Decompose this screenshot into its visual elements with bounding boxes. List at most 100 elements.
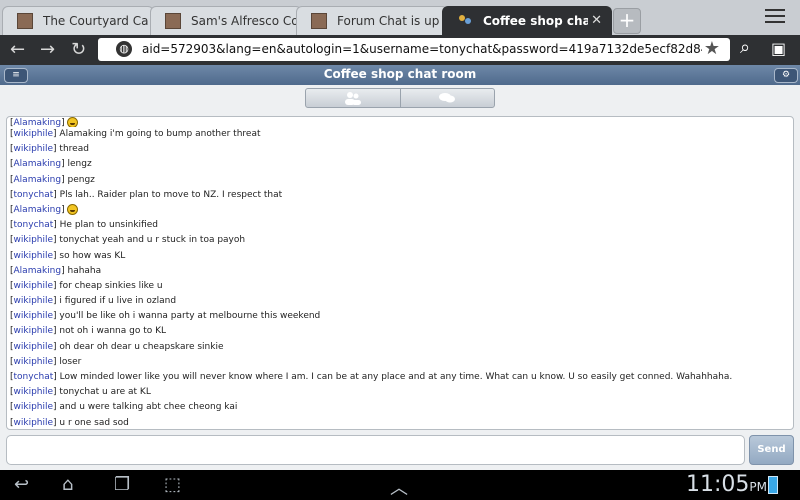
message-username[interactable]: Alamaking <box>14 175 62 185</box>
bookmarks-icon[interactable]: ▣ <box>771 39 786 58</box>
home-icon[interactable]: ⌂ <box>62 474 73 495</box>
message-text: hahaha <box>67 265 102 276</box>
chat-message: [Alamaking] <box>10 203 790 218</box>
message-list: [Alamaking] [wikiphile] Alamaking i'm go… <box>10 117 790 429</box>
chat-message: [wikiphile] you'll be like oh i wanna pa… <box>10 309 790 324</box>
settings-button[interactable]: ⚙ <box>774 68 798 83</box>
chat-message: [wikiphile] so how was KL <box>10 249 790 264</box>
users-view-button[interactable] <box>344 91 362 108</box>
laughing-emoji-icon <box>67 117 79 127</box>
message-username[interactable]: Alamaking <box>14 159 62 169</box>
message-text: Pls lah.. Raider plan to move to NZ. I r… <box>59 189 283 200</box>
message-username[interactable]: wikiphile <box>14 251 54 261</box>
bookmark-star-icon[interactable]: ★ <box>704 38 720 59</box>
message-username[interactable]: wikiphile <box>14 357 54 367</box>
chat-log[interactable]: [Alamaking] [wikiphile] Alamaking i'm go… <box>6 116 794 430</box>
message-username[interactable]: wikiphile <box>14 387 54 397</box>
menu-icon[interactable] <box>765 9 785 25</box>
message-text: tonychat u are at KL <box>59 387 151 398</box>
reload-icon[interactable]: ↻ <box>71 39 86 60</box>
sidebar-toggle-button[interactable]: ≡ <box>4 68 28 83</box>
message-text: not oh i wanna go to KL <box>59 326 167 337</box>
chat-message: [tonychat] Low minded lower like you wil… <box>10 370 790 385</box>
tab-favicon-icon <box>165 13 181 29</box>
chat-message: [wikiphile] u r one sad sod <box>10 416 790 429</box>
browser-toolbar: ← → ↻ ◍ aid=572903&lang=en&autologin=1&u… <box>0 35 800 65</box>
page-title: Coffee shop chat room <box>323 67 477 81</box>
chat-message: [wikiphile] i figured if u live in ozlan… <box>10 294 790 309</box>
search-icon[interactable]: ⌕ <box>740 37 750 58</box>
message-username[interactable]: tonychat <box>14 372 54 382</box>
message-text: oh dear oh dear u cheapskare sinkie <box>59 341 224 352</box>
clock-time: 11:05 <box>686 472 750 497</box>
message-username[interactable]: tonychat <box>14 220 54 230</box>
tab-sams-alfresco[interactable]: Sam's Alfresco Cof... <box>150 6 302 35</box>
recent-apps-icon[interactable]: ❐ <box>114 474 130 495</box>
screenshot-icon[interactable]: ⬚ <box>164 474 181 495</box>
tab-coffee-shop-chat[interactable]: Coffee shop chat r... ✕ <box>442 6 612 35</box>
message-input[interactable] <box>6 435 745 465</box>
gear-icon: ⚙ <box>781 70 791 80</box>
message-text: thread <box>59 144 89 155</box>
chat-message: [Alamaking] <box>10 117 790 127</box>
view-switcher <box>305 88 495 108</box>
tab-forum-chat[interactable]: Forum Chat is up :... <box>296 6 448 35</box>
laughing-emoji-icon <box>67 203 79 215</box>
address-url[interactable]: aid=572903&lang=en&autologin=1&username=… <box>142 42 702 56</box>
tab-title: Coffee shop chat r... <box>483 14 588 28</box>
message-username[interactable]: wikiphile <box>14 311 54 321</box>
chat-message: [Alamaking] hahaha <box>10 264 790 279</box>
chat-message: [wikiphile] thread <box>10 142 790 157</box>
chat-message: [wikiphile] for cheap sinkies like u <box>10 279 790 294</box>
message-text: Low minded lower like you will never kno… <box>59 372 733 382</box>
chat-message: [tonychat] He plan to unsinkified <box>10 218 790 233</box>
status-clock: 11:05PM <box>686 472 767 497</box>
tab-favicon-icon <box>17 13 33 29</box>
list-icon: ≡ <box>12 70 20 80</box>
chat-message: [tonychat] Pls lah.. Raider plan to move… <box>10 188 790 203</box>
tab-courtyard-cafe[interactable]: The Courtyard Caf... <box>2 6 154 35</box>
chat-message: [wikiphile] Alamaking i'm going to bump … <box>10 127 790 142</box>
system-back-icon[interactable]: ↩ <box>14 474 29 495</box>
message-username[interactable]: Alamaking <box>14 266 62 276</box>
chat-message: [wikiphile] and u were talking abt chee … <box>10 400 790 415</box>
message-text: lengz <box>67 159 92 170</box>
message-text: loser <box>59 356 82 367</box>
tab-title: Sam's Alfresco Cof... <box>191 14 296 28</box>
message-username[interactable]: wikiphile <box>14 326 54 336</box>
new-tab-button[interactable]: + <box>613 8 641 34</box>
chevron-up-icon[interactable]: ︿ <box>390 474 408 500</box>
clock-ampm: PM <box>749 480 767 494</box>
send-button[interactable]: Send <box>749 435 794 465</box>
back-icon[interactable]: ← <box>10 39 25 60</box>
address-bar[interactable]: ◍ aid=572903&lang=en&autologin=1&usernam… <box>98 38 730 61</box>
message-text: He plan to unsinkified <box>59 220 158 231</box>
chat-message: [wikiphile] tonychat yeah and u r stuck … <box>10 233 790 248</box>
forward-icon[interactable]: → <box>40 39 55 60</box>
message-text: tonychat yeah and u r stuck in toa payoh <box>59 235 246 246</box>
message-username[interactable]: Alamaking <box>14 205 62 215</box>
message-username[interactable]: wikiphile <box>14 418 54 428</box>
message-text: u r one sad sod <box>59 417 129 428</box>
message-username[interactable]: tonychat <box>14 190 54 200</box>
message-username[interactable]: wikiphile <box>14 235 54 245</box>
chat-header: Coffee shop chat room ≡ ⚙ <box>0 65 800 85</box>
message-username[interactable]: wikiphile <box>14 281 54 291</box>
message-username[interactable]: Alamaking <box>14 118 62 128</box>
message-username[interactable]: wikiphile <box>14 296 54 306</box>
chat-message: [wikiphile] loser <box>10 355 790 370</box>
tab-title: The Courtyard Caf... <box>43 14 148 28</box>
chat-view-button[interactable] <box>438 91 456 108</box>
message-text: pengz <box>67 174 95 185</box>
message-text: so how was KL <box>59 250 126 261</box>
message-username[interactable]: wikiphile <box>14 342 54 352</box>
message-text: you'll be like oh i wanna party at melbo… <box>59 311 321 322</box>
message-username[interactable]: wikiphile <box>14 144 54 154</box>
message-username[interactable]: wikiphile <box>14 129 54 139</box>
chat-message: [Alamaking] lengz <box>10 157 790 172</box>
chat-message: [wikiphile] oh dear oh dear u cheapskare… <box>10 340 790 355</box>
message-text: and u were talking abt chee cheong kai <box>59 402 238 413</box>
close-tab-icon[interactable]: ✕ <box>591 13 602 28</box>
segment-divider <box>400 89 401 107</box>
message-username[interactable]: wikiphile <box>14 402 54 412</box>
